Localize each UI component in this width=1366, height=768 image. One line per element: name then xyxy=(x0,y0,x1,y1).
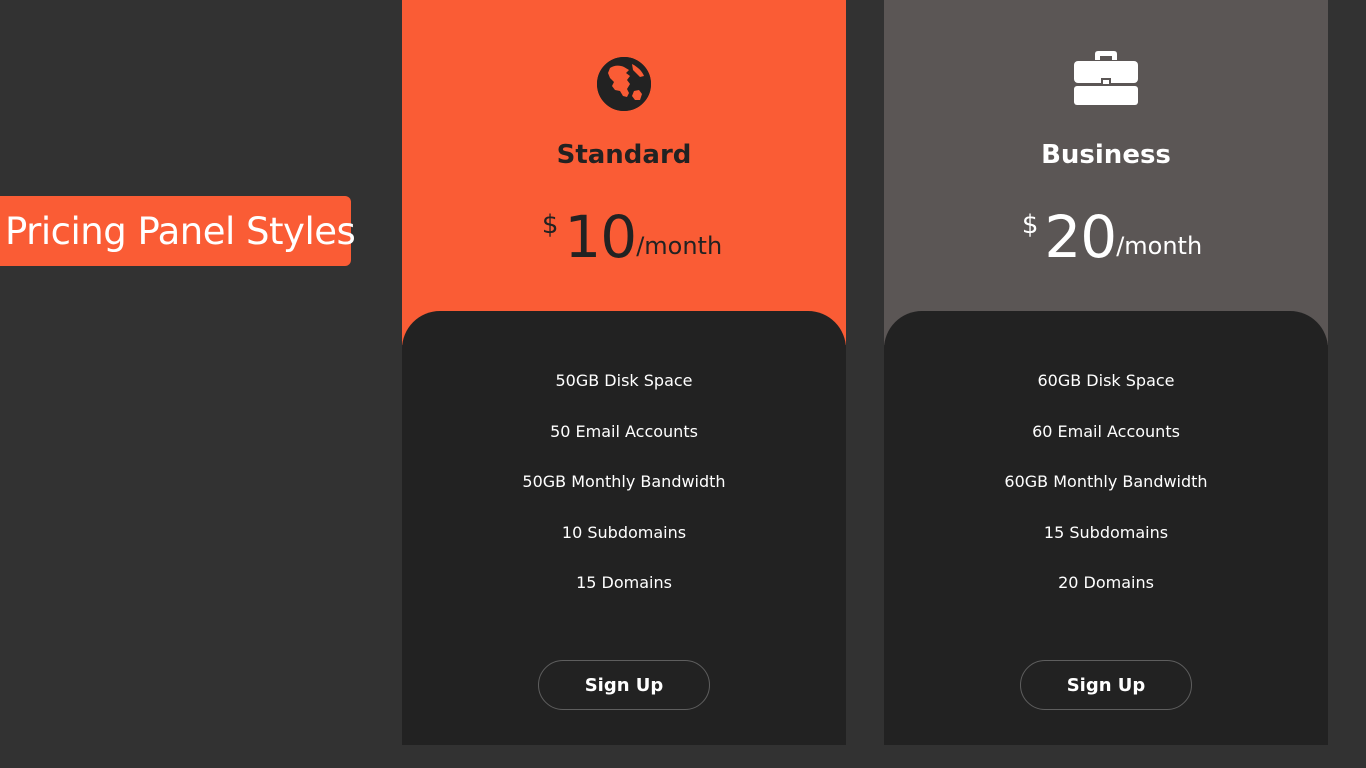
plan-name: Business xyxy=(1041,140,1171,170)
feature-list: 50GB Disk Space 50 Email Accounts 50GB M… xyxy=(402,369,846,622)
price-period: /month xyxy=(636,232,723,260)
feature-item: 10 Subdomains xyxy=(561,522,687,542)
feature-item: 50GB Disk Space xyxy=(555,371,693,390)
plan-price: $ 20 /month xyxy=(884,200,1328,270)
page-title: Pricing Panel Styles xyxy=(5,209,356,253)
feature-item: 60 Email Accounts xyxy=(1032,421,1180,441)
pricing-card-body: 60GB Disk Space 60 Email Accounts 60GB M… xyxy=(884,311,1328,745)
pricing-card-body: 50GB Disk Space 50 Email Accounts 50GB M… xyxy=(402,311,846,745)
pricing-page: Pricing Panel Styles Standard $ 10 /mont… xyxy=(0,0,1366,768)
pricing-card-business: Business $ 20 /month 60GB Disk Space 60 … xyxy=(884,0,1328,745)
sign-up-button[interactable]: Sign Up xyxy=(1020,660,1192,710)
page-title-badge: Pricing Panel Styles xyxy=(0,196,356,266)
feature-item: 20 Domains xyxy=(1058,573,1154,593)
price-currency: $ xyxy=(541,210,559,240)
price-period: /month xyxy=(1116,232,1203,260)
feature-list: 60GB Disk Space 60 Email Accounts 60GB M… xyxy=(884,369,1328,622)
plan-price: $ 10 /month xyxy=(402,200,846,270)
pricing-card-header: Business $ 20 /month xyxy=(884,0,1328,345)
feature-item: 15 Domains xyxy=(576,573,672,593)
feature-item: 50GB Monthly Bandwidth xyxy=(522,472,726,492)
feature-item: 60GB Disk Space xyxy=(1037,371,1175,390)
feature-item: 60GB Monthly Bandwidth xyxy=(1004,472,1208,492)
feature-item: 15 Subdomains xyxy=(1043,522,1169,542)
feature-item: 50 Email Accounts xyxy=(550,421,698,441)
pricing-card-header: Standard $ 10 /month xyxy=(402,0,846,345)
price-currency: $ xyxy=(1021,210,1039,240)
sign-up-button[interactable]: Sign Up xyxy=(538,660,710,710)
briefcase-icon xyxy=(1073,50,1139,110)
plan-name: Standard xyxy=(556,140,692,170)
globe-icon xyxy=(596,56,652,116)
price-amount: 20 xyxy=(1044,203,1117,271)
pricing-card-standard: Standard $ 10 /month 50GB Disk Space 50 … xyxy=(402,0,846,745)
price-amount: 10 xyxy=(564,203,637,271)
